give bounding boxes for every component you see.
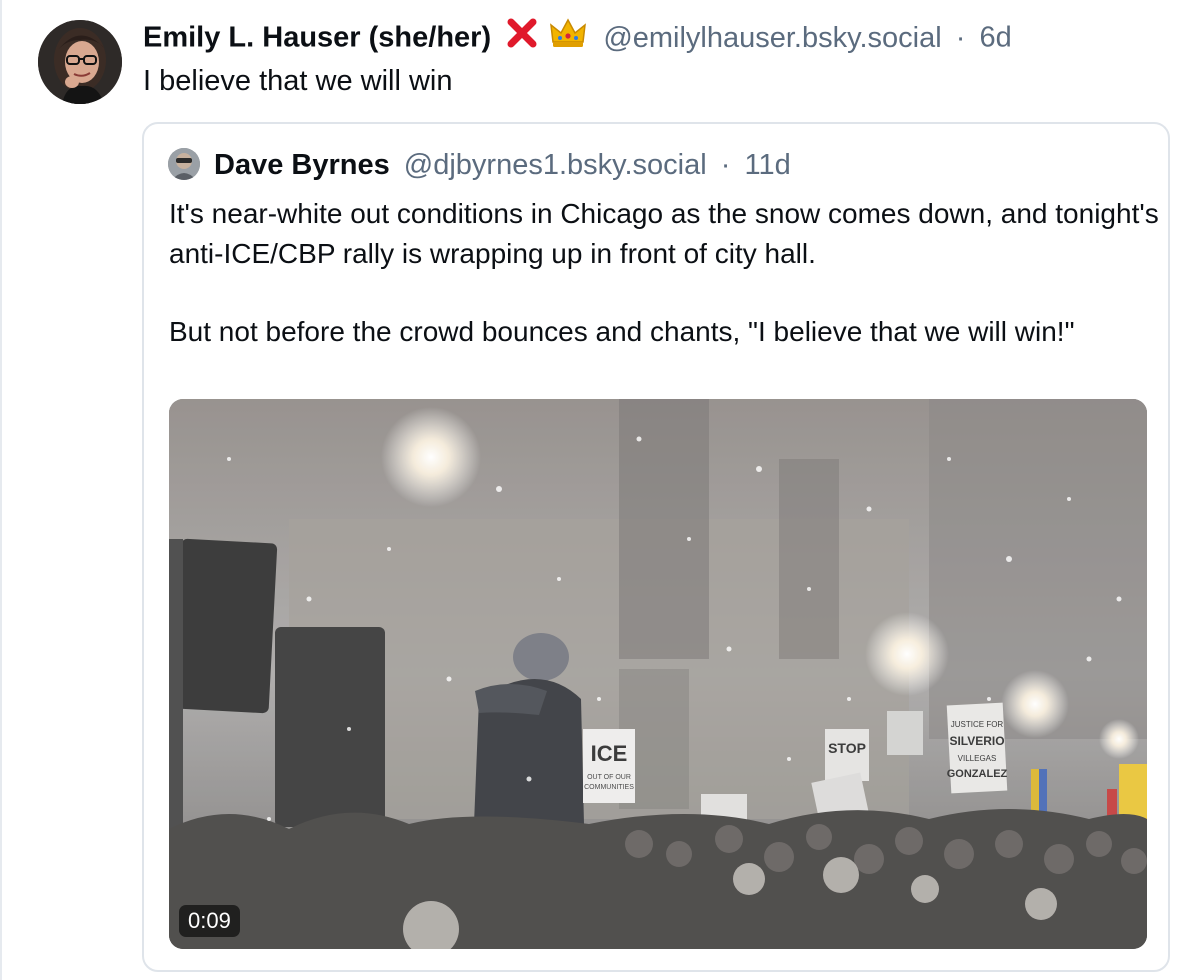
post-header: Emily L. Hauser (she/her) @emilylhauser.…	[143, 16, 1180, 62]
quoted-author-handle[interactable]: @djbyrnes1.bsky.social	[404, 149, 707, 181]
quoted-post-timestamp[interactable]: 11d	[745, 149, 791, 181]
video-duration: 0:09	[179, 905, 240, 937]
crown-icon	[549, 16, 587, 62]
quoted-post-card[interactable]: Dave Byrnes @djbyrnes1.bsky.social · 11d…	[142, 122, 1170, 972]
quoted-post-text: It's near-white out conditions in Chicag…	[169, 194, 1159, 391]
video-player[interactable]: ICE OUT OF OUR COMMUNITIES STOP JUSTICE …	[169, 399, 1147, 949]
author-handle[interactable]: @emilylhauser.bsky.social	[603, 22, 941, 54]
quoted-post-header: Dave Byrnes @djbyrnes1.bsky.social · 11d	[214, 144, 791, 186]
cross-mark-icon	[505, 16, 539, 62]
quoted-paragraph-1: It's near-white out conditions in Chicag…	[169, 198, 1159, 269]
quoted-paragraph-2: But not before the crowd bounces and cha…	[169, 316, 1075, 347]
quoted-author-avatar-image	[168, 148, 200, 180]
video-frame: ICE OUT OF OUR COMMUNITIES STOP JUSTICE …	[169, 399, 1147, 949]
quoted-author-avatar[interactable]	[168, 148, 200, 180]
author-name[interactable]: Emily L. Hauser (she/her)	[143, 22, 491, 54]
post-text: I believe that we will win	[143, 65, 453, 97]
quoted-separator-dot: ·	[720, 149, 731, 181]
quoted-author-name[interactable]: Dave Byrnes	[214, 149, 390, 181]
post-timestamp[interactable]: 6d	[979, 22, 1011, 54]
separator-dot: ·	[955, 21, 966, 54]
author-avatar[interactable]	[38, 20, 122, 104]
thread-left-rule	[0, 0, 2, 980]
author-avatar-image	[38, 20, 122, 104]
